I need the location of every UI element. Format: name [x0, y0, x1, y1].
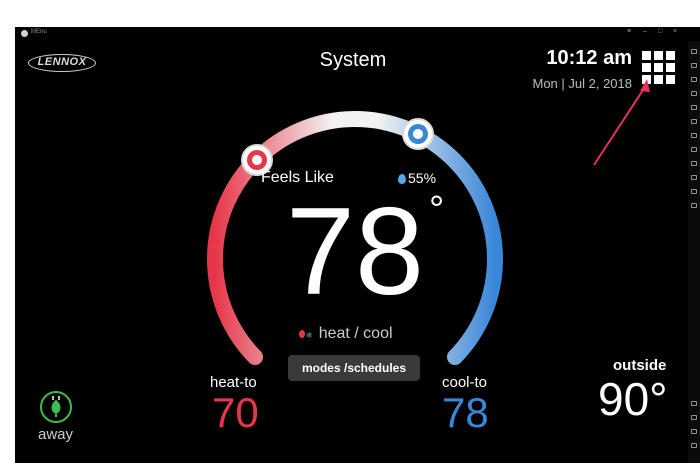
arrow-line — [593, 86, 646, 166]
arrow-head — [640, 79, 650, 92]
annotation-arrow — [593, 79, 650, 166]
